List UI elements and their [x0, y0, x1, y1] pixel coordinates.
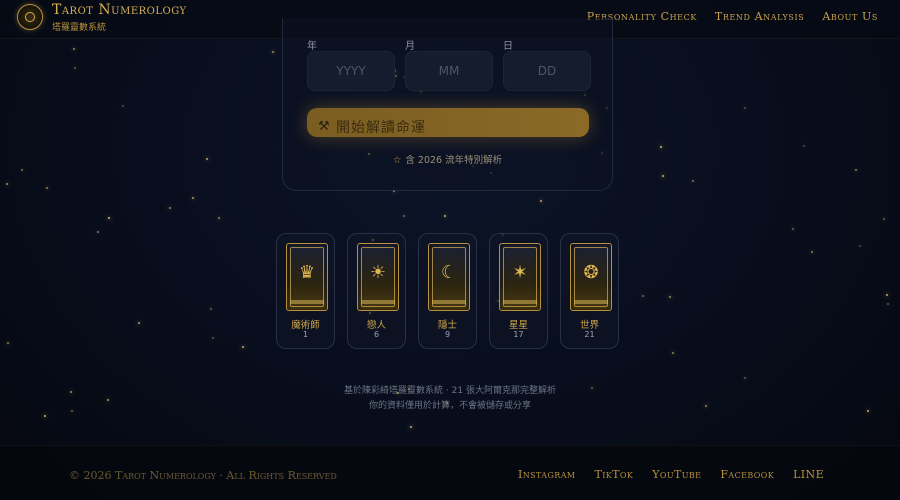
- card-name: 星星: [508, 320, 528, 331]
- star-dot: [444, 215, 446, 217]
- star-dot: [97, 231, 99, 233]
- card-name: 世界: [579, 320, 599, 331]
- site-footer: © 2026 Tarot Numerology · All Rights Res…: [0, 445, 900, 500]
- day-label: 日: [503, 41, 513, 52]
- star-dot: [692, 180, 694, 182]
- lovers-card-art: ☀: [357, 243, 399, 311]
- site-subtitle: 塔羅靈數系統: [52, 23, 107, 33]
- social-youtube-link[interactable]: YouTube: [652, 468, 701, 481]
- tarot-card-hermit[interactable]: ☾ 隱士 9: [418, 233, 477, 349]
- star-dot: [410, 426, 412, 428]
- star-dot: [7, 342, 9, 344]
- social-facebook-link[interactable]: Facebook: [720, 468, 774, 481]
- world-card-art: ❂: [570, 243, 612, 311]
- privacy-note: 你的資料僅用於計算，不會被儲存或分享: [368, 401, 531, 411]
- logo-emblem-icon[interactable]: [17, 4, 43, 30]
- card-number: 1: [302, 330, 309, 339]
- star-dot: [855, 169, 857, 171]
- star-dot: [803, 145, 805, 147]
- star-dot: [242, 346, 244, 348]
- star-dot: [540, 200, 542, 202]
- star-dot: [792, 228, 794, 230]
- tarot-card-star[interactable]: ✶ 星星 17: [489, 233, 548, 349]
- star-dot: [44, 415, 46, 417]
- star-dot: [210, 308, 212, 310]
- special-analysis-note: ☆ 含 2026 流年特別解析: [283, 152, 612, 166]
- tarot-card-lovers[interactable]: ☀ 戀人 6: [347, 233, 406, 349]
- star-dot: [811, 251, 813, 253]
- tarot-card-world[interactable]: ❂ 世界 21: [560, 233, 619, 349]
- special-analysis-text: 含 2026 流年特別解析: [405, 155, 503, 166]
- star-dot: [887, 303, 889, 305]
- month-label: 月: [405, 41, 415, 52]
- year-label: 年: [307, 41, 317, 52]
- site-title[interactable]: Tarot Numerology: [52, 2, 187, 18]
- card-name: 魔術師: [291, 320, 320, 331]
- birthdate-form-card: 年 月 日 YYYY MM DD ⚒ 開始解讀命運 ☆ 含 2026 流年特別解析: [282, 18, 613, 191]
- star-dot: [74, 67, 76, 69]
- star-dot: [212, 337, 214, 339]
- year-input[interactable]: YYYY: [307, 51, 395, 91]
- social-links: Instagram TikTok YouTube Facebook LINE: [518, 468, 824, 481]
- system-info-text: 基於陳彩綺塔羅靈數系統 · 21 張大阿爾克那完整解析: [344, 386, 556, 396]
- star-dot: [73, 48, 75, 50]
- card-number: 21: [584, 330, 595, 339]
- card-number: 9: [444, 330, 451, 339]
- star-dot: [138, 322, 140, 324]
- star-dot: [883, 218, 885, 220]
- hermit-card-art: ☾: [428, 243, 470, 311]
- star-dot: [744, 107, 746, 109]
- card-number: 17: [513, 330, 524, 339]
- main-nav: Personality Check Trend Analysis About U…: [587, 10, 878, 23]
- star-dot: [403, 215, 405, 217]
- star-dot: [108, 217, 110, 219]
- card-name: 隱士: [437, 320, 457, 331]
- star-dot: [744, 377, 746, 379]
- star-card-art: ✶: [499, 243, 541, 311]
- card-number: 6: [373, 330, 380, 339]
- star-dot: [218, 217, 220, 219]
- tarot-card-magician[interactable]: ♛ 魔術師 1: [276, 233, 335, 349]
- star-dot: [206, 158, 208, 160]
- copyright-text: © 2026 Tarot Numerology · All Rights Res…: [69, 469, 337, 482]
- star-dot: [46, 187, 48, 189]
- star-dot: [192, 197, 194, 199]
- nav-trend-analysis[interactable]: Trend Analysis: [715, 10, 804, 23]
- star-dot: [272, 51, 274, 53]
- day-input[interactable]: DD: [503, 51, 591, 91]
- social-line-link[interactable]: LINE: [793, 468, 824, 481]
- star-dot: [886, 294, 888, 296]
- star-dot: [169, 207, 171, 209]
- star-dot: [642, 295, 644, 297]
- magic-wand-icon: ⚒: [318, 119, 330, 134]
- star-dot: [859, 245, 861, 247]
- social-tiktok-link[interactable]: TikTok: [594, 468, 633, 481]
- magician-card-art: ♛: [286, 243, 328, 311]
- start-reading-label: 開始解讀命運: [336, 120, 426, 136]
- star-dot: [6, 183, 8, 185]
- star-dot: [660, 146, 662, 148]
- star-outline-icon: ☆: [392, 155, 402, 166]
- card-name: 戀人: [366, 320, 386, 331]
- star-dot: [122, 105, 124, 107]
- star-dot: [662, 175, 664, 177]
- month-input[interactable]: MM: [405, 51, 493, 91]
- star-dot: [672, 352, 674, 354]
- social-instagram-link[interactable]: Instagram: [518, 468, 575, 481]
- nav-about-us[interactable]: About Us: [822, 10, 878, 23]
- start-reading-button[interactable]: ⚒ 開始解讀命運: [307, 108, 589, 137]
- star-dot: [21, 169, 23, 171]
- star-dot: [669, 296, 671, 298]
